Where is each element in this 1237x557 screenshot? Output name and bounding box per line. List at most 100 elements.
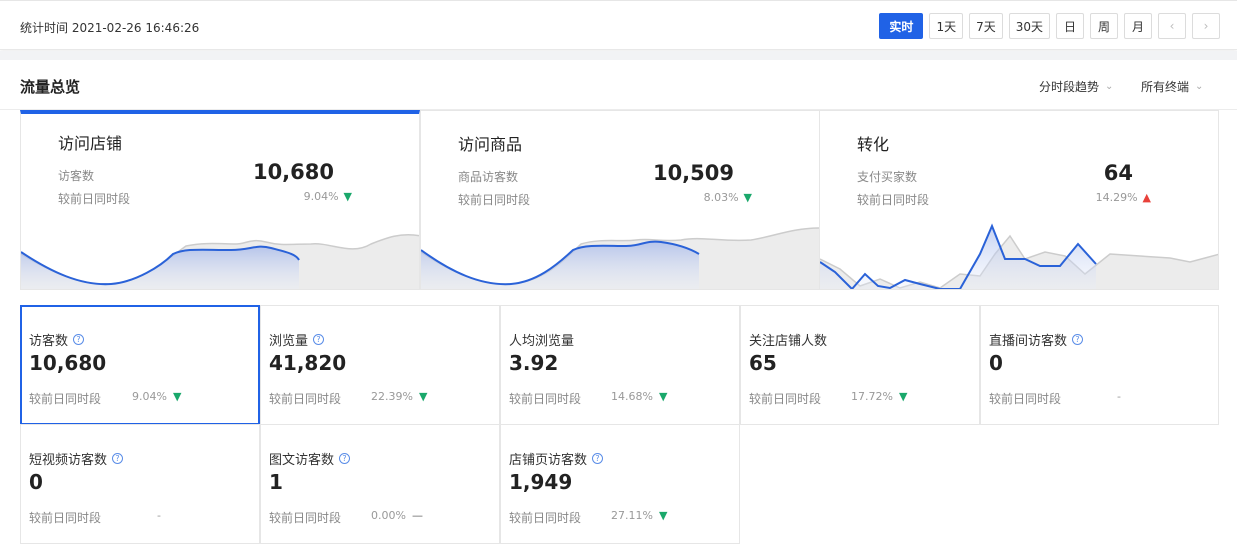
metric-card-short-video-visitors[interactable]: 短视频访客数 ? 0 较前日同时段 -	[20, 424, 260, 544]
top-bar: 统计时间 2021-02-26 16:46:26 实时 1天 7天 30天 日 …	[0, 0, 1237, 50]
period-month-button[interactable]: 月	[1124, 13, 1152, 39]
help-icon[interactable]: ?	[592, 453, 604, 464]
section-header: 流量总览 分时段趋势 ⌄ 所有终端 ⌄	[0, 60, 1237, 110]
period-week-button[interactable]: 周	[1090, 13, 1118, 39]
metric-change: 17.72% ▼	[851, 390, 907, 403]
metric-compare-label: 较前日同时段	[989, 392, 1062, 406]
metric-value: 0	[989, 351, 1003, 375]
metric-compare-label: 较前日同时段	[29, 392, 102, 406]
change-percent: -	[157, 509, 161, 522]
arrow-down-icon: ▼	[418, 390, 428, 403]
period-30day-button[interactable]: 30天	[1008, 13, 1050, 39]
overview-value: 10,680	[252, 160, 334, 184]
metric-label: 关注店铺人数	[749, 330, 827, 349]
metric-change: 27.11% ▼	[611, 509, 667, 522]
help-icon[interactable]: ?	[112, 453, 124, 464]
overview-change: 8.03% ▼	[704, 191, 752, 204]
prev-period-button[interactable]: ‹	[1158, 13, 1186, 39]
metric-value: 1,949	[509, 470, 573, 494]
metric-card-pageviews[interactable]: 浏览量 ? 41,820 较前日同时段 22.39% ▼	[260, 305, 500, 425]
sparkline-today-area	[421, 241, 699, 289]
terminal-select-label: 所有终端	[1141, 80, 1190, 94]
divider-band	[0, 51, 1237, 60]
metric-value: 0	[29, 470, 43, 494]
overview-label: 商品访客数	[458, 170, 519, 184]
section-title: 流量总览	[20, 78, 81, 96]
metric-value: 3.92	[509, 351, 559, 375]
sparkline-chart	[421, 227, 819, 289]
metric-compare-label: 较前日同时段	[509, 511, 582, 525]
chevron-left-icon: ‹	[1169, 19, 1175, 33]
change-percent: 9.04%	[132, 390, 167, 403]
metric-card-live-visitors[interactable]: 直播间访客数 ? 0 较前日同时段 -	[980, 305, 1219, 425]
metric-label-text: 直播间访客数	[989, 334, 1068, 349]
period-day-button[interactable]: 日	[1056, 13, 1084, 39]
metric-card-store-page-visitors[interactable]: 店铺页访客数 ? 1,949 较前日同时段 27.11% ▼	[500, 424, 740, 544]
metric-change: -	[157, 509, 161, 522]
overview-compare-label: 较前日同时段	[857, 193, 930, 207]
overview-compare-label: 较前日同时段	[458, 193, 531, 207]
arrow-down-icon: ▼	[658, 509, 668, 522]
change-percent: 14.29%	[1095, 191, 1138, 204]
metric-card-visitors[interactable]: 访客数 ? 10,680 较前日同时段 9.04% ▼	[20, 305, 260, 425]
trend-select-label: 分时段趋势	[1039, 80, 1100, 94]
metric-compare-label: 较前日同时段	[269, 392, 342, 406]
metric-label-text: 短视频访客数	[29, 453, 108, 468]
terminal-select[interactable]: 所有终端 ⌄	[1141, 78, 1203, 95]
metric-label: 直播间访客数 ?	[989, 330, 1084, 349]
overview-label: 支付买家数	[857, 170, 918, 184]
metric-change: 14.68% ▼	[611, 390, 667, 403]
metric-compare-label: 较前日同时段	[269, 511, 342, 525]
arrow-down-icon: ▼	[898, 390, 908, 403]
arrow-down-icon: ▼	[343, 190, 352, 203]
help-icon[interactable]: ?	[1072, 334, 1084, 345]
overview-value: 64	[1103, 161, 1133, 185]
next-period-button[interactable]: ›	[1192, 13, 1220, 39]
metric-compare-label: 较前日同时段	[29, 511, 102, 525]
overview-change: 9.04% ▼	[304, 190, 352, 203]
period-selector: 实时 1天 7天 30天 日 周 月 ‹ ›	[879, 13, 1220, 39]
sparkline-today-area	[21, 246, 299, 289]
change-percent: 14.68%	[611, 390, 653, 403]
metric-label-text: 店铺页访客数	[509, 453, 588, 468]
sparkline-chart	[21, 233, 419, 289]
metric-value: 65	[749, 351, 777, 375]
metric-value: 10,680	[29, 351, 107, 375]
change-percent: 8.03%	[703, 191, 739, 204]
metric-change: 0.00% —	[371, 509, 423, 522]
metric-compare-label: 较前日同时段	[749, 392, 822, 406]
arrow-down-icon: ▼	[172, 390, 182, 403]
metric-compare-label: 较前日同时段	[509, 392, 582, 406]
arrow-up-icon: ▲	[1142, 191, 1151, 204]
overview-card-conversion[interactable]: 转化 支付买家数 较前日同时段 64 14.29% ▲	[819, 110, 1219, 290]
change-percent: 0.00%	[371, 509, 406, 522]
metric-label-text: 人均浏览量	[509, 334, 575, 349]
help-icon[interactable]: ?	[73, 334, 85, 345]
arrow-down-icon: ▼	[658, 390, 668, 403]
metric-label-text: 访客数	[29, 334, 69, 349]
metric-label: 访客数 ?	[29, 330, 85, 349]
trend-select[interactable]: 分时段趋势 ⌄	[1039, 78, 1113, 95]
change-percent: -	[1117, 390, 1121, 403]
metric-change: 9.04% ▼	[132, 390, 181, 403]
chevron-down-icon: ⌄	[1195, 81, 1204, 92]
metric-change: -	[1117, 390, 1121, 403]
period-7day-button[interactable]: 7天	[969, 13, 1003, 39]
metric-value: 1	[269, 470, 283, 494]
help-icon[interactable]: ?	[313, 334, 325, 345]
period-realtime-button[interactable]: 实时	[879, 13, 924, 39]
arrow-down-icon: ▼	[743, 191, 752, 204]
metric-card-image-text-visitors[interactable]: 图文访客数 ? 1 较前日同时段 0.00% —	[260, 424, 500, 544]
overview-compare-label: 较前日同时段	[58, 192, 131, 206]
metric-label: 短视频访客数 ?	[29, 449, 124, 468]
metric-card-store-followers[interactable]: 关注店铺人数 65 较前日同时段 17.72% ▼	[740, 305, 980, 425]
change-percent: 9.04%	[303, 190, 339, 203]
metric-label-text: 浏览量	[269, 334, 309, 349]
metric-label: 图文访客数 ?	[269, 449, 351, 468]
metric-card-avg-pageviews[interactable]: 人均浏览量 3.92 较前日同时段 14.68% ▼	[500, 305, 740, 425]
help-icon[interactable]: ?	[339, 453, 351, 464]
overview-card-store-visit[interactable]: 访问店铺 访客数 较前日同时段 10,680 9.04% ▼	[20, 110, 420, 290]
overview-title: 访问店铺	[58, 134, 123, 153]
overview-card-product-visit[interactable]: 访问商品 商品访客数 较前日同时段 10,509 8.03% ▼	[420, 110, 820, 290]
period-1day-button[interactable]: 1天	[929, 13, 964, 39]
